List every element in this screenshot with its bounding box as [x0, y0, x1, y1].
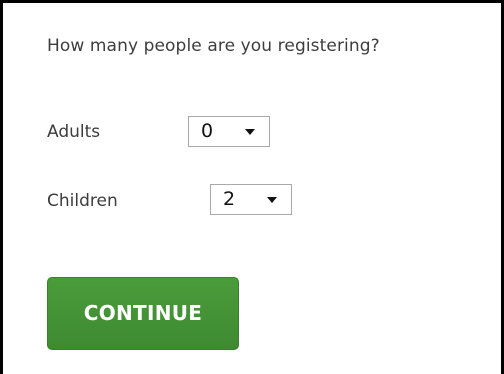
caret-down-icon	[267, 197, 277, 203]
children-select[interactable]: 2	[210, 184, 292, 215]
continue-button[interactable]: CONTINUE	[47, 277, 239, 350]
children-select-value: 2	[223, 188, 236, 210]
children-label: Children	[47, 191, 118, 211]
registration-panel: How many people are you registering? Adu…	[0, 0, 504, 374]
adults-select[interactable]: 0	[188, 116, 270, 147]
adults-label: Adults	[47, 122, 101, 142]
adults-select-value: 0	[201, 120, 214, 142]
caret-down-icon	[245, 129, 255, 135]
registration-question: How many people are you registering?	[47, 36, 380, 56]
